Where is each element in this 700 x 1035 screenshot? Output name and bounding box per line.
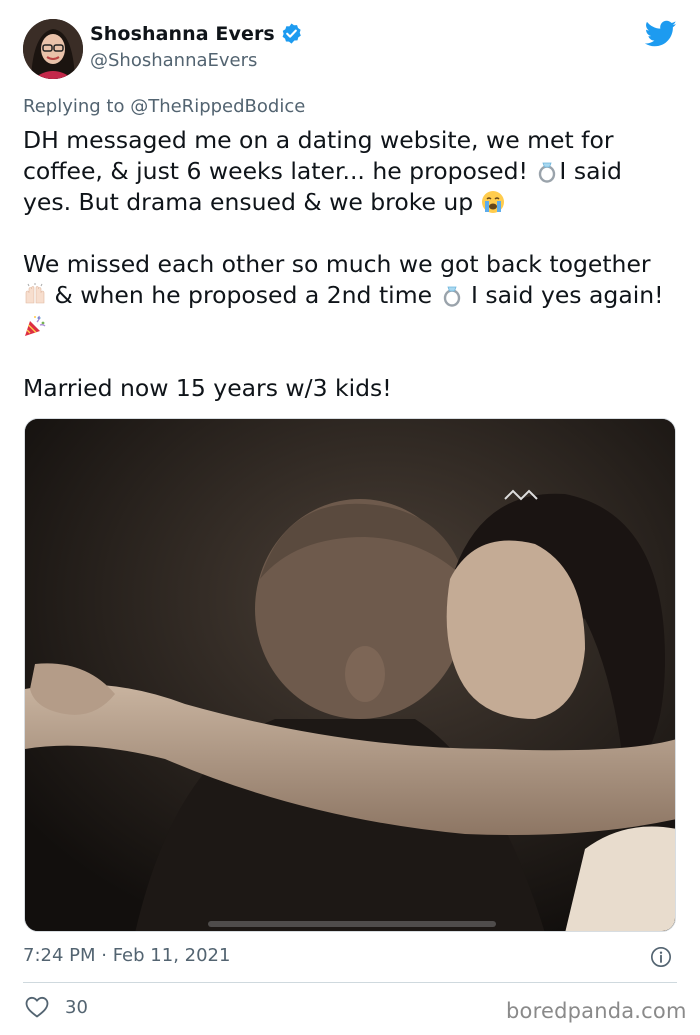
replying-to-prefix: Replying to xyxy=(23,96,131,117)
avatar[interactable] xyxy=(23,19,83,79)
replying-to-handle[interactable]: @TheRippedBodice xyxy=(130,96,305,117)
tweet-timestamp[interactable]: 7:24 PM · Feb 11, 2021 xyxy=(23,945,230,966)
verified-badge-icon xyxy=(280,22,303,45)
tweet-text-p2a: We missed each other so much we got back… xyxy=(23,250,659,278)
tweet-text: DH messaged me on a dating website, we m… xyxy=(23,125,673,404)
party-popper-emoji-icon xyxy=(23,314,47,338)
raised-hands-emoji-icon xyxy=(23,283,47,307)
heart-icon[interactable] xyxy=(25,996,49,1018)
like-count: 30 xyxy=(65,996,88,1018)
tweet-text-p1a: DH messaged me on a dating website, we m… xyxy=(23,126,621,185)
author-block[interactable]: Shoshanna Evers @ShoshannaEvers xyxy=(90,22,303,71)
info-icon[interactable] xyxy=(650,946,672,968)
loudly-crying-face-emoji-icon xyxy=(481,190,505,214)
like-action[interactable]: 30 xyxy=(25,996,88,1018)
author-display-name[interactable]: Shoshanna Evers xyxy=(90,23,275,45)
ring-emoji-icon xyxy=(535,159,559,183)
author-handle[interactable]: @ShoshannaEvers xyxy=(90,50,303,71)
divider xyxy=(23,982,677,983)
tweet-text-p2c: I said yes again! xyxy=(463,281,672,309)
couple-photo-image xyxy=(25,419,675,931)
watermark: boredpanda.com xyxy=(506,999,687,1023)
replying-to-line: Replying to @TheRippedBodice xyxy=(23,96,305,117)
photo-scrollbar[interactable] xyxy=(208,921,496,927)
tweet-card: Shoshanna Evers @ShoshannaEvers Replying… xyxy=(0,0,700,1035)
tweet-text-p3: Married now 15 years w/3 kids! xyxy=(23,374,392,402)
tweet-photo[interactable] xyxy=(24,418,676,932)
tweet-text-p2b: & when he proposed a 2nd time xyxy=(47,281,440,309)
twitter-bird-icon[interactable] xyxy=(644,20,677,48)
ring-emoji-icon xyxy=(440,283,464,307)
